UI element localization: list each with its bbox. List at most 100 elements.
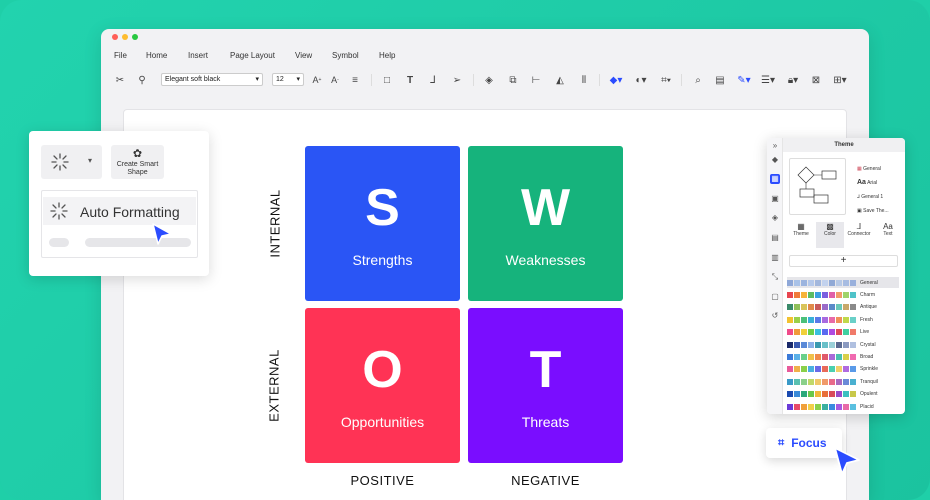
- group-icon[interactable]: ⧉: [506, 72, 520, 88]
- tab-text[interactable]: Aa Text: [874, 222, 902, 248]
- swot-opportunities[interactable]: O Opportunities: [305, 308, 460, 463]
- theme-name: Broad: [860, 353, 874, 360]
- color-swatch: [815, 403, 821, 410]
- line-style-icon[interactable]: ◐▾: [632, 72, 650, 88]
- theme-row[interactable]: Broad: [787, 351, 899, 362]
- theme-preview[interactable]: [789, 158, 846, 215]
- add-theme-button[interactable]: +: [789, 255, 898, 267]
- menu-symbol[interactable]: Symbol: [332, 51, 359, 60]
- row-label-internal: INTERNAL: [267, 189, 283, 258]
- font-aa-icon: Aa: [857, 179, 866, 186]
- color-swatch: [787, 329, 793, 336]
- color-swatch: [850, 304, 856, 311]
- minimize-dot-icon[interactable]: [122, 34, 128, 40]
- pointer-icon[interactable]: ➢: [450, 72, 464, 88]
- crop-icon[interactable]: ⌗▾: [657, 72, 675, 88]
- font-name: Elegant soft black: [165, 76, 221, 83]
- theme-row[interactable]: Live: [787, 327, 899, 338]
- menu-home[interactable]: Home: [146, 51, 167, 60]
- swot-threats[interactable]: T Threats: [468, 308, 623, 463]
- text-icon[interactable]: T: [403, 72, 417, 88]
- fill-color-icon[interactable]: ◆▾: [607, 72, 625, 88]
- menu-insert[interactable]: Insert: [188, 51, 208, 60]
- font-select[interactable]: Elegant soft black ▾: [161, 73, 263, 86]
- theme-row[interactable]: Crystal: [787, 339, 899, 350]
- menu-page-layout[interactable]: Page Layout: [230, 51, 275, 60]
- history-icon[interactable]: ↺: [770, 311, 780, 321]
- distribute-icon[interactable]: ⫴: [577, 72, 591, 88]
- theme-row[interactable]: Opulent: [787, 389, 899, 400]
- present-icon[interactable]: ▢: [770, 292, 780, 302]
- font-size-select[interactable]: 12 ▾: [272, 73, 304, 86]
- layers-icon[interactable]: ◈: [482, 72, 496, 88]
- scissors-icon[interactable]: ✂: [113, 72, 127, 88]
- collapse-icon[interactable]: »: [770, 141, 780, 151]
- theme-panel: » ◆ ▦ ▣ ◈ ▤ ▥ ⤡ ▢ ↺ Theme ▦ General Aa A…: [767, 138, 905, 414]
- option-save-theme[interactable]: ▣ Save The...: [857, 204, 889, 218]
- format-painter-icon[interactable]: ⚲: [135, 72, 149, 88]
- align-icon[interactable]: ≡: [346, 72, 364, 88]
- close-dot-icon[interactable]: [112, 34, 118, 40]
- color-swatch: [787, 279, 793, 286]
- find-replace-icon[interactable]: ▤: [713, 72, 727, 88]
- color-swatch: [829, 316, 835, 323]
- page-icon[interactable]: ▤: [770, 233, 780, 243]
- data-icon[interactable]: ▥: [770, 253, 780, 263]
- theme-row[interactable]: Fresh: [787, 314, 899, 325]
- focus-button[interactable]: ⌗ Focus: [766, 428, 842, 458]
- option-arial[interactable]: Aa Arial: [857, 176, 889, 190]
- divider: [599, 74, 600, 86]
- color-swatch: [829, 403, 835, 410]
- theme-name: Placid: [860, 403, 874, 410]
- flip-icon[interactable]: ◭: [553, 72, 567, 88]
- smart-shape-icon: ✿: [132, 148, 143, 160]
- lock-icon[interactable]: 🔒︎▾: [784, 72, 802, 88]
- color-swatch: [801, 378, 807, 385]
- align-left-icon[interactable]: ⊢: [529, 72, 543, 88]
- fill-icon[interactable]: ◆: [770, 155, 780, 165]
- swot-weaknesses[interactable]: W Weaknesses: [468, 146, 623, 301]
- theme-row[interactable]: Antique: [787, 302, 899, 313]
- tab-connector[interactable]: ⅃ Connector: [845, 222, 873, 248]
- theme-row[interactable]: Charm: [787, 289, 899, 300]
- color-swatch: [843, 316, 849, 323]
- color-swatch: [808, 291, 814, 298]
- layers-icon[interactable]: ◈: [770, 213, 780, 223]
- more-icon[interactable]: ⊞▾: [831, 72, 849, 88]
- menu-view[interactable]: View: [295, 51, 312, 60]
- theme-row[interactable]: Tranquil: [787, 376, 899, 387]
- color-swatch: [815, 304, 821, 311]
- auto-format-dropdown[interactable]: ▾: [41, 145, 102, 179]
- theme-grid-icon[interactable]: ▦: [770, 174, 780, 184]
- swot-strengths[interactable]: S Strengths: [305, 146, 460, 301]
- color-swatch: [794, 353, 800, 360]
- create-smart-shape-button[interactable]: ✿ Create Smart Shape: [111, 145, 164, 179]
- color-swatch: [808, 341, 814, 348]
- theme-row[interactable]: Placid: [787, 401, 899, 412]
- connector-icon[interactable]: ⅃: [426, 72, 440, 88]
- chevron-down-icon: ▾: [255, 76, 259, 83]
- image-icon[interactable]: ▣: [770, 194, 780, 204]
- font-decrease-icon[interactable]: A-: [328, 72, 342, 88]
- tab-color[interactable]: ▩ Color: [816, 222, 844, 248]
- line-dash-icon[interactable]: ☰▾: [759, 72, 777, 88]
- auto-formatting-label: Auto Formatting: [80, 204, 180, 220]
- menu-file[interactable]: File: [114, 51, 127, 60]
- font-increase-icon[interactable]: A +: [310, 72, 324, 88]
- rectangle-icon[interactable]: □: [380, 72, 394, 88]
- chevron-down-icon: ▾: [296, 76, 300, 83]
- delete-icon[interactable]: ⊠: [809, 72, 823, 88]
- col-label-positive: POSITIVE: [350, 473, 415, 488]
- theme-row[interactable]: Sprinkle: [787, 364, 899, 375]
- maximize-dot-icon[interactable]: [132, 34, 138, 40]
- color-swatch: [843, 304, 849, 311]
- menu-help[interactable]: Help: [379, 51, 395, 60]
- option-general[interactable]: ▦ General: [857, 162, 889, 176]
- theme-row[interactable]: General: [787, 277, 899, 288]
- option-general-1[interactable]: ⅃ General 1: [857, 190, 889, 204]
- pen-color-icon[interactable]: ✎▾: [735, 72, 753, 88]
- auto-formatting-card[interactable]: Auto Formatting: [41, 190, 198, 258]
- expand-icon[interactable]: ⤡: [770, 272, 780, 282]
- tab-theme[interactable]: ▦ Theme: [787, 222, 815, 248]
- search-icon[interactable]: ⌕: [691, 72, 705, 88]
